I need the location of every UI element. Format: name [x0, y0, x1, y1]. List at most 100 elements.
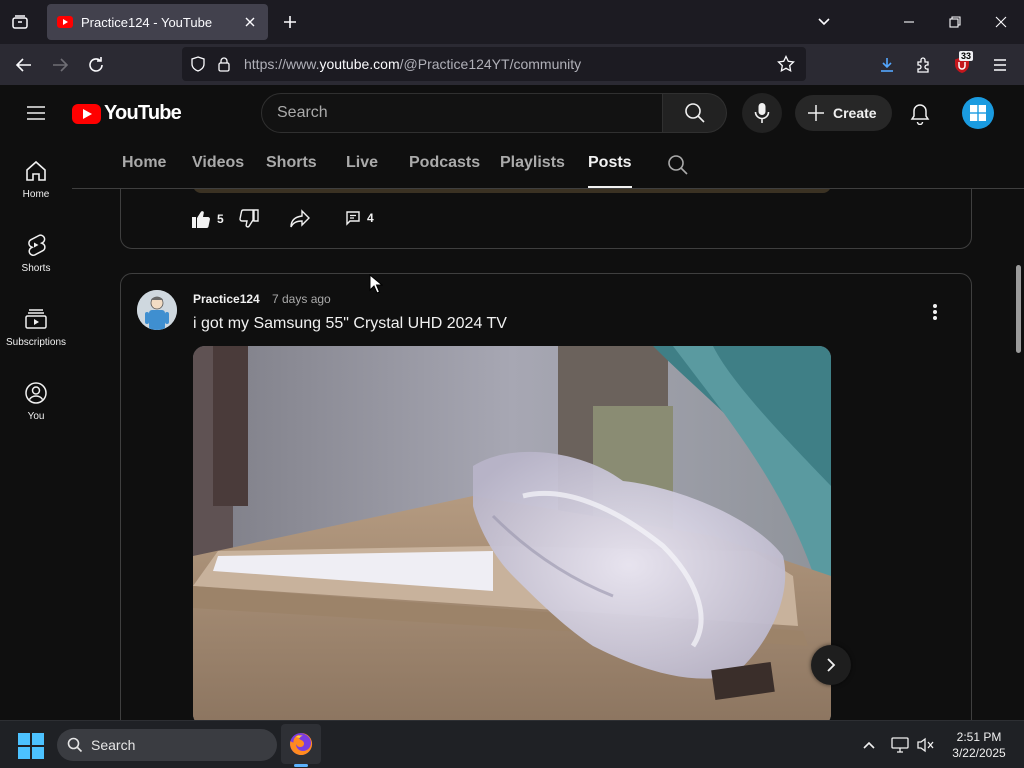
windows-taskbar: Search 2:51 PM 3/22/2025 — [0, 720, 1024, 768]
tab-shorts[interactable]: Shorts — [266, 154, 317, 172]
tab-videos[interactable]: Videos — [192, 154, 244, 172]
community-post: Practice124 7 days ago i got my Samsung … — [120, 273, 972, 720]
tab-podcasts[interactable]: Podcasts — [409, 154, 480, 172]
taskbar-firefox-button[interactable] — [281, 724, 321, 764]
tab-posts[interactable]: Posts — [588, 154, 632, 172]
close-icon — [995, 16, 1007, 28]
subscriptions-icon — [25, 309, 47, 329]
channel-search-icon[interactable] — [666, 153, 690, 177]
star-icon[interactable] — [777, 55, 795, 73]
tab-close-button[interactable] — [242, 14, 258, 30]
tab-home[interactable]: Home — [122, 154, 166, 172]
lock-icon — [218, 57, 230, 72]
guide-item-subscriptions[interactable]: Subscriptions — [0, 307, 72, 373]
share-button[interactable] — [289, 209, 311, 229]
forward-button[interactable] — [45, 50, 75, 80]
comments-button[interactable]: 4 — [345, 210, 374, 226]
taskbar-search-label: Search — [91, 737, 136, 753]
list-all-tabs-button[interactable] — [814, 12, 834, 32]
browser-tab-active[interactable]: Practice124 - YouTube — [47, 4, 268, 40]
post-image[interactable] — [193, 346, 831, 720]
guide-item-shorts[interactable]: Shorts — [0, 233, 72, 299]
taskbar-active-indicator — [294, 764, 308, 767]
puzzle-icon — [917, 57, 929, 73]
browser-nav-bar: https://www.youtube.com/@Practice124YT/c… — [0, 44, 1024, 85]
create-button[interactable]: Create — [795, 95, 892, 131]
bell-icon — [910, 104, 930, 125]
tab-title: Practice124 - YouTube — [81, 14, 213, 30]
windows-logo-icon — [970, 105, 986, 121]
search-icon — [67, 737, 83, 753]
reload-icon — [89, 57, 103, 72]
guide-menu-button[interactable] — [20, 97, 52, 129]
download-icon — [881, 58, 893, 72]
tab-live[interactable]: Live — [346, 154, 378, 172]
page-scrollbar[interactable] — [1016, 265, 1021, 353]
app-menu-button[interactable] — [985, 50, 1015, 80]
search-input[interactable] — [277, 94, 647, 132]
youtube-masthead: YouTube Create — [0, 85, 1024, 141]
guide-label: Home — [22, 189, 50, 200]
minimize-button[interactable] — [886, 0, 932, 44]
url-text: https://www.youtube.com/@Practice124YT/c… — [244, 56, 581, 72]
url-bar[interactable]: https://www.youtube.com/@Practice124YT/c… — [182, 47, 806, 81]
search-button[interactable] — [663, 93, 727, 133]
taskbar-search[interactable]: Search — [57, 729, 277, 761]
guide-label: Subscriptions — [5, 337, 67, 348]
post-author-avatar[interactable] — [137, 290, 177, 330]
clock-time: 2:51 PM — [956, 730, 1002, 744]
post-action-menu-button[interactable] — [921, 298, 949, 326]
youtube-logo[interactable]: YouTube — [72, 102, 182, 125]
account-circle-icon — [25, 382, 47, 404]
guide-item-you[interactable]: You — [0, 381, 72, 447]
youtube-page: YouTube Create Home Shorts — [0, 85, 1024, 720]
like-button[interactable]: 5 — [191, 209, 224, 229]
new-tab-button[interactable] — [278, 10, 302, 34]
youtube-logo-text: YouTube — [104, 102, 182, 124]
tab-list-button[interactable] — [6, 8, 34, 36]
restore-button[interactable] — [932, 0, 978, 44]
chevron-right-icon — [827, 658, 836, 672]
search-icon — [684, 103, 705, 123]
network-icon — [891, 737, 909, 753]
url-domain: youtube.com — [319, 56, 400, 72]
active-tab-indicator — [588, 186, 632, 188]
tray-network-button[interactable] — [890, 735, 910, 755]
downloads-button[interactable] — [872, 50, 902, 80]
shorts-icon — [28, 234, 46, 256]
arrow-left-icon — [15, 58, 31, 72]
back-button[interactable] — [9, 50, 39, 80]
like-count: 5 — [217, 212, 224, 226]
close-window-button[interactable] — [978, 0, 1024, 44]
clock-date: 3/22/2025 — [952, 746, 1006, 760]
guide-item-home[interactable]: Home — [0, 159, 72, 225]
dislike-button[interactable] — [239, 209, 259, 229]
image-next-button[interactable] — [811, 645, 851, 685]
windows-start-icon[interactable] — [18, 733, 44, 759]
microphone-icon — [754, 103, 770, 123]
reload-button[interactable] — [81, 50, 111, 80]
taskbar-clock[interactable]: 2:51 PM 3/22/2025 — [944, 729, 1014, 761]
create-label: Create — [833, 105, 877, 121]
post-time[interactable]: 7 days ago — [272, 292, 331, 306]
person-avatar-icon — [137, 290, 177, 330]
minimize-icon — [904, 21, 914, 23]
tray-overflow-button[interactable] — [859, 735, 879, 755]
tab-playlists[interactable]: Playlists — [500, 154, 565, 172]
url-path: /@Practice124YT/community — [399, 56, 582, 72]
chevron-down-icon — [818, 18, 830, 26]
tray-volume-button[interactable] — [916, 735, 936, 755]
guide-label: Shorts — [21, 263, 51, 274]
comment-icon — [346, 211, 360, 226]
extensions-button[interactable] — [909, 50, 939, 80]
mouse-cursor-icon — [369, 274, 383, 294]
url-prefix: https://www. — [244, 56, 320, 72]
comment-count: 4 — [367, 211, 374, 225]
notifications-button[interactable] — [903, 97, 937, 131]
post-author[interactable]: Practice124 — [193, 292, 260, 306]
account-avatar-button[interactable] — [962, 97, 994, 129]
voice-search-button[interactable] — [742, 93, 782, 133]
guide-sidebar: Home Shorts Subscriptions You — [0, 141, 72, 720]
plus-icon — [808, 105, 824, 121]
channel-tabs: Home Videos Shorts Live Podcasts Playlis… — [72, 141, 1024, 189]
